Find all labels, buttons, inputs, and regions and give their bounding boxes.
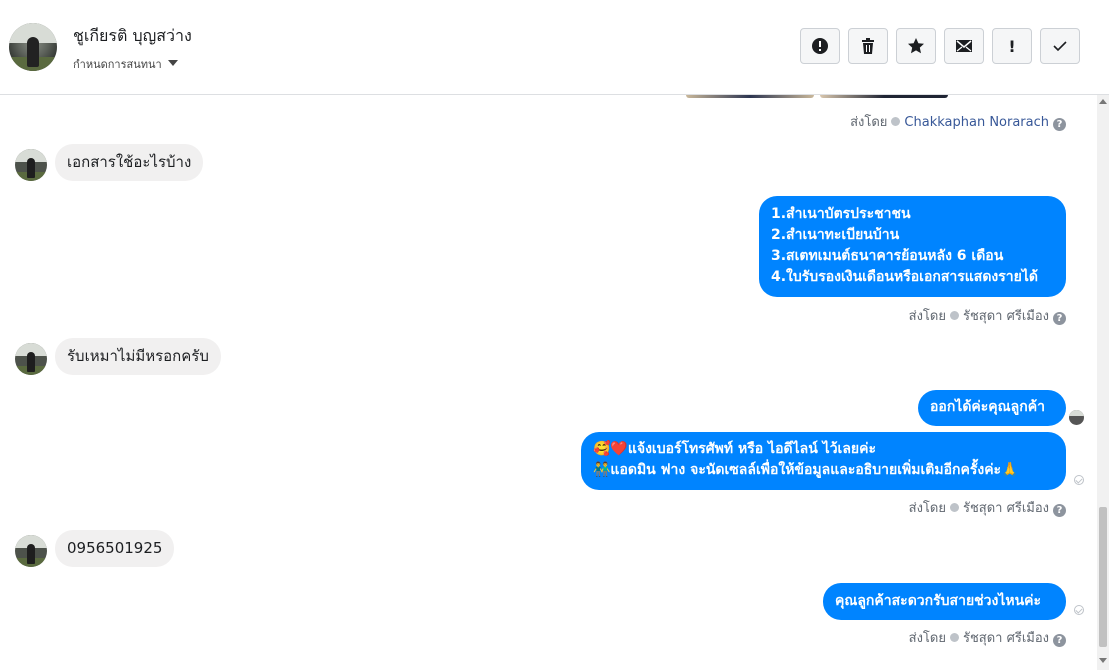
check-icon [891,117,901,126]
outgoing-message[interactable]: คุณลูกค้าสะดวกรับสายช่วงไหนค่ะ [823,583,1066,620]
sent-by-label: ส่งโดย [908,501,946,516]
star-button[interactable] [896,28,936,64]
contact-avatar-small[interactable] [15,535,47,567]
message-line: 🥰❤️แจ้งเบอร์โทรศัพท์ หรือ ไอดีไลน์ ไว้เล… [593,441,877,457]
message-line: 2.สำเนาทะเบียนบ้าน [771,227,900,243]
sent-by-label: ส่งโดย [850,115,888,130]
delivered-icon [1074,605,1084,615]
help-icon[interactable]: ? [1053,634,1066,647]
delete-button[interactable] [848,28,888,64]
sender-name[interactable]: Chakkaphan Norarach [904,115,1049,130]
outgoing-message[interactable]: 🥰❤️แจ้งเบอร์โทรศัพท์ หรือ ไอดีไลน์ ไว้เล… [581,432,1066,490]
envelope-icon [956,40,972,52]
sender-name[interactable]: รัชสุดา ศรีเมือง [963,309,1049,324]
help-icon[interactable]: ? [1053,312,1066,325]
help-icon[interactable]: ? [1053,118,1066,131]
check-icon [949,633,959,642]
trash-icon [862,38,874,54]
spam-button[interactable] [800,28,840,64]
outgoing-message[interactable]: ออกได้ค่ะคุณลูกค้า [918,390,1066,426]
assign-label: กำหนดการสนทนา [73,58,162,71]
sent-by-label: ส่งโดย [908,631,946,646]
contact-avatar-small[interactable] [15,343,47,375]
scroll-up-arrow-icon[interactable] [1099,99,1107,104]
alert-circle-icon [812,38,828,54]
contact-avatar-small[interactable] [15,149,47,181]
exclamation-icon: ! [1008,36,1016,56]
mark-unread-button[interactable] [944,28,984,64]
message-line: 1.สำเนาบัตรประชาชน [771,206,911,222]
seen-by-avatar [1069,410,1084,425]
sender-name[interactable]: รัชสุดา ศรีเมือง [963,631,1049,646]
sent-by-label: ส่งโดย [908,309,946,324]
star-icon [908,38,924,54]
message-thread: ส่งโดย Chakkaphan Norarach? เอกสารใช้อะไร… [0,95,1097,670]
checkmark-icon [1053,41,1067,52]
contact-name[interactable]: ชูเกียรติ บุญสว่าง [73,24,192,49]
message-line: 3.สเตทเมนต์ธนาคารย้อนหลัง 6 เดือน [771,248,1004,264]
check-icon [949,311,959,320]
incoming-message[interactable]: 0956501925 [55,530,175,567]
assign-conversation-dropdown[interactable]: กำหนดการสนทนา [73,55,178,73]
message-line: ออกได้ค่ะคุณลูกค้า [930,399,1045,415]
incoming-message[interactable]: รับเหมาไม่มีหรอกครับ [55,338,221,375]
delivered-icon [1074,475,1084,485]
sent-by-meta: ส่งโดย Chakkaphan Norarach? [850,111,1066,132]
conversation-header: ชูเกียรติ บุญสว่าง กำหนดการสนทนา ! [0,0,1109,95]
thread-scrollbar[interactable] [1097,95,1109,670]
message-line: 4.ใบรับรองเงินเดือนหรือเอกสารแสดงรายได้ [771,269,1038,285]
scrollbar-thumb[interactable] [1099,507,1107,647]
sent-by-meta: ส่งโดย รัชสุดา ศรีเมือง? [909,497,1066,518]
image-attachment[interactable] [820,95,948,98]
sender-name[interactable]: รัชสุดา ศรีเมือง [963,501,1049,516]
follow-up-button[interactable]: ! [992,28,1032,64]
scroll-down-arrow-icon[interactable] [1099,658,1107,663]
incoming-message[interactable]: เอกสารใช้อะไรบ้าง [55,144,204,181]
sent-by-meta: ส่งโดย รัชสุดา ศรีเมือง? [909,627,1066,648]
message-line: 👬แอดมิน ฟาง จะนัดเซลล์เพื่อให้ข้อมูลและอ… [593,462,1019,478]
caret-down-icon [167,60,178,66]
done-button[interactable] [1040,28,1080,64]
contact-avatar[interactable] [9,23,57,71]
help-icon[interactable]: ? [1053,504,1066,517]
outgoing-message[interactable]: 1.สำเนาบัตรประชาชน 2.สำเนาทะเบียนบ้าน 3.… [759,196,1066,297]
image-attachment[interactable] [686,95,814,98]
message-line: คุณลูกค้าสะดวกรับสายช่วงไหนค่ะ [835,593,1042,609]
sent-by-meta: ส่งโดย รัชสุดา ศรีเมือง? [909,305,1066,326]
check-icon [949,503,959,512]
